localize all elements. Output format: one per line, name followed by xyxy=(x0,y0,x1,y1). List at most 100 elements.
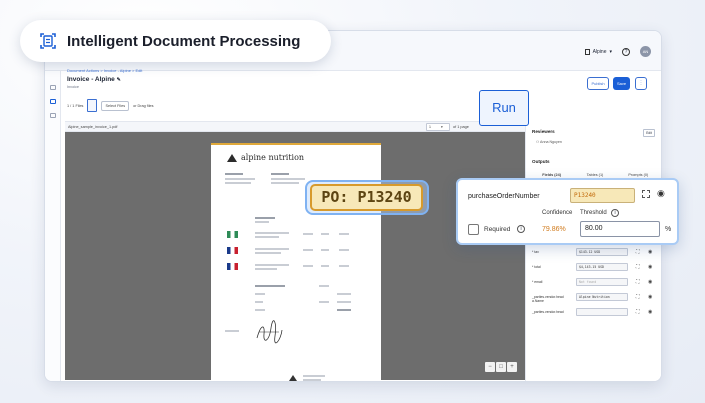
text-line xyxy=(319,301,329,303)
confidence-label: Confidence xyxy=(542,210,573,216)
field-row: * tax $143.12 USD ⛶ ◉ xyxy=(532,247,660,258)
publish-button[interactable]: Publish xyxy=(587,77,609,90)
text-line xyxy=(337,309,351,311)
eye-icon[interactable]: ◉ xyxy=(657,188,665,199)
locate-icon[interactable]: ⛶ xyxy=(636,264,640,270)
locate-icon[interactable]: ⛶ xyxy=(636,294,640,300)
field-row-value[interactable]: $4,143.15 USD xyxy=(576,263,628,271)
field-row-name: * email xyxy=(532,280,543,284)
breadcrumb[interactable]: Document Actions > Invoice - Alpine > Ed… xyxy=(67,68,142,73)
text-line xyxy=(255,221,269,223)
text-line xyxy=(321,249,329,251)
field-row-value[interactable]: Not found xyxy=(576,278,628,286)
left-rail xyxy=(45,71,61,381)
field-row-name: * tax xyxy=(532,250,539,254)
select-files-button[interactable]: Select Files xyxy=(101,100,130,111)
field-detail-card: purchaseOrderNumber P13240 ◉ Confidence … xyxy=(456,178,679,245)
zoom-out-icon[interactable]: − xyxy=(485,362,495,372)
field-row-value[interactable]: $143.12 USD xyxy=(576,248,628,256)
field-row: _parties.vendor.head a.Name Alpine Nutrit… xyxy=(532,292,660,303)
info-icon[interactable]: i xyxy=(611,209,619,217)
eye-icon[interactable]: ◉ xyxy=(648,279,652,285)
text-line xyxy=(255,264,289,266)
text-line xyxy=(337,301,351,303)
required-checkbox[interactable] xyxy=(468,224,479,235)
eye-icon[interactable]: ◉ xyxy=(648,249,652,255)
field-row-value[interactable] xyxy=(576,308,628,316)
text-line xyxy=(339,265,349,267)
file-count: 1 / 1 Files xyxy=(67,103,84,108)
eye-icon[interactable]: ◉ xyxy=(648,294,652,300)
text-line xyxy=(225,182,251,184)
product-badge: Intelligent Document Processing xyxy=(20,20,331,62)
document-icon[interactable] xyxy=(50,99,56,104)
help-icon[interactable]: ? xyxy=(622,47,630,56)
text-line xyxy=(339,249,349,251)
edit-reviewers-button[interactable]: Edit xyxy=(643,129,655,137)
file-bar: 1 / 1 Files Select Files or Drag files xyxy=(67,99,154,112)
invoice-page: alpine nutrition xyxy=(211,143,381,381)
page-number: 1 xyxy=(429,125,431,129)
chevron-down-icon: ▾ xyxy=(440,125,443,129)
text-line xyxy=(255,252,281,254)
text-line xyxy=(303,265,313,267)
page-title: Invoice - Alpine ✎ xyxy=(67,76,142,83)
page-subtitle: Invoice xyxy=(67,85,80,89)
product-badge-title: Intelligent Document Processing xyxy=(67,32,301,50)
text-line xyxy=(255,309,265,311)
field-name-label: purchaseOrderNumber xyxy=(468,193,540,200)
text-line xyxy=(271,178,305,180)
field-row: _parties.vendor.head ⛶ ◉ xyxy=(532,307,660,318)
more-actions-button[interactable]: ⋮ xyxy=(635,77,647,90)
home-icon[interactable] xyxy=(50,85,56,90)
file-thumbnail[interactable] xyxy=(87,99,98,112)
field-row-value[interactable]: Alpine Nutrition xyxy=(576,293,628,301)
threshold-input[interactable]: 80.00 xyxy=(580,221,660,237)
page-select[interactable]: 1 ▾ xyxy=(426,123,450,131)
save-button[interactable]: Save xyxy=(613,77,630,90)
text-line xyxy=(255,217,275,219)
file-name: Alpine_sample_invoice_1.pdf xyxy=(68,125,118,129)
viewer-header: Alpine_sample_invoice_1.pdf 1 ▾ of 1 pag… xyxy=(65,121,525,132)
eye-icon[interactable]: ◉ xyxy=(648,264,652,270)
field-value-input[interactable]: P13240 xyxy=(570,188,635,203)
list-icon[interactable] xyxy=(50,113,56,118)
field-row-name: _parties.vendor.head a.Name xyxy=(532,295,564,303)
run-button[interactable]: Run xyxy=(479,90,529,126)
results-panel: Reviewers Edit ⚇ Anna Nguyen Outputs Fie… xyxy=(525,121,661,381)
pencil-icon[interactable]: ✎ xyxy=(117,77,121,83)
text-line xyxy=(225,178,255,180)
avatar[interactable]: AN xyxy=(640,46,651,57)
text-line xyxy=(255,236,279,238)
eye-icon[interactable]: ◉ xyxy=(648,309,652,315)
text-line xyxy=(303,379,321,381)
text-line xyxy=(337,293,351,295)
text-line xyxy=(225,330,239,332)
text-line xyxy=(339,233,349,235)
text-line xyxy=(321,265,329,267)
locate-icon[interactable] xyxy=(642,190,650,198)
org-switcher[interactable]: Alpine ▾ xyxy=(584,48,612,55)
building-icon xyxy=(584,48,590,55)
field-row-name: _parties.vendor.head xyxy=(532,310,564,314)
page-count: of 1 page xyxy=(453,125,469,129)
locate-icon[interactable]: ⛶ xyxy=(636,249,640,255)
zoom-reset-icon[interactable]: □ xyxy=(496,362,506,372)
page-title-text: Invoice - Alpine xyxy=(67,76,115,83)
field-row-name: * total xyxy=(532,265,541,269)
text-line xyxy=(255,268,277,270)
document-scan-icon xyxy=(40,33,56,49)
locate-icon[interactable]: ⛶ xyxy=(636,309,640,315)
text-line xyxy=(303,233,313,235)
po-highlight[interactable]: PO: P13240 xyxy=(310,184,423,211)
info-icon[interactable]: i xyxy=(517,225,525,233)
locate-icon[interactable]: ⛶ xyxy=(636,279,640,285)
text-line xyxy=(255,301,263,303)
reviewer-name: ⚇ Anna Nguyen xyxy=(536,140,562,144)
text-line xyxy=(255,285,285,287)
product-flag xyxy=(227,247,238,254)
text-line xyxy=(271,173,289,175)
user-icon: ⚇ xyxy=(536,140,540,144)
text-line xyxy=(303,249,313,251)
zoom-in-icon[interactable]: + xyxy=(507,362,517,372)
